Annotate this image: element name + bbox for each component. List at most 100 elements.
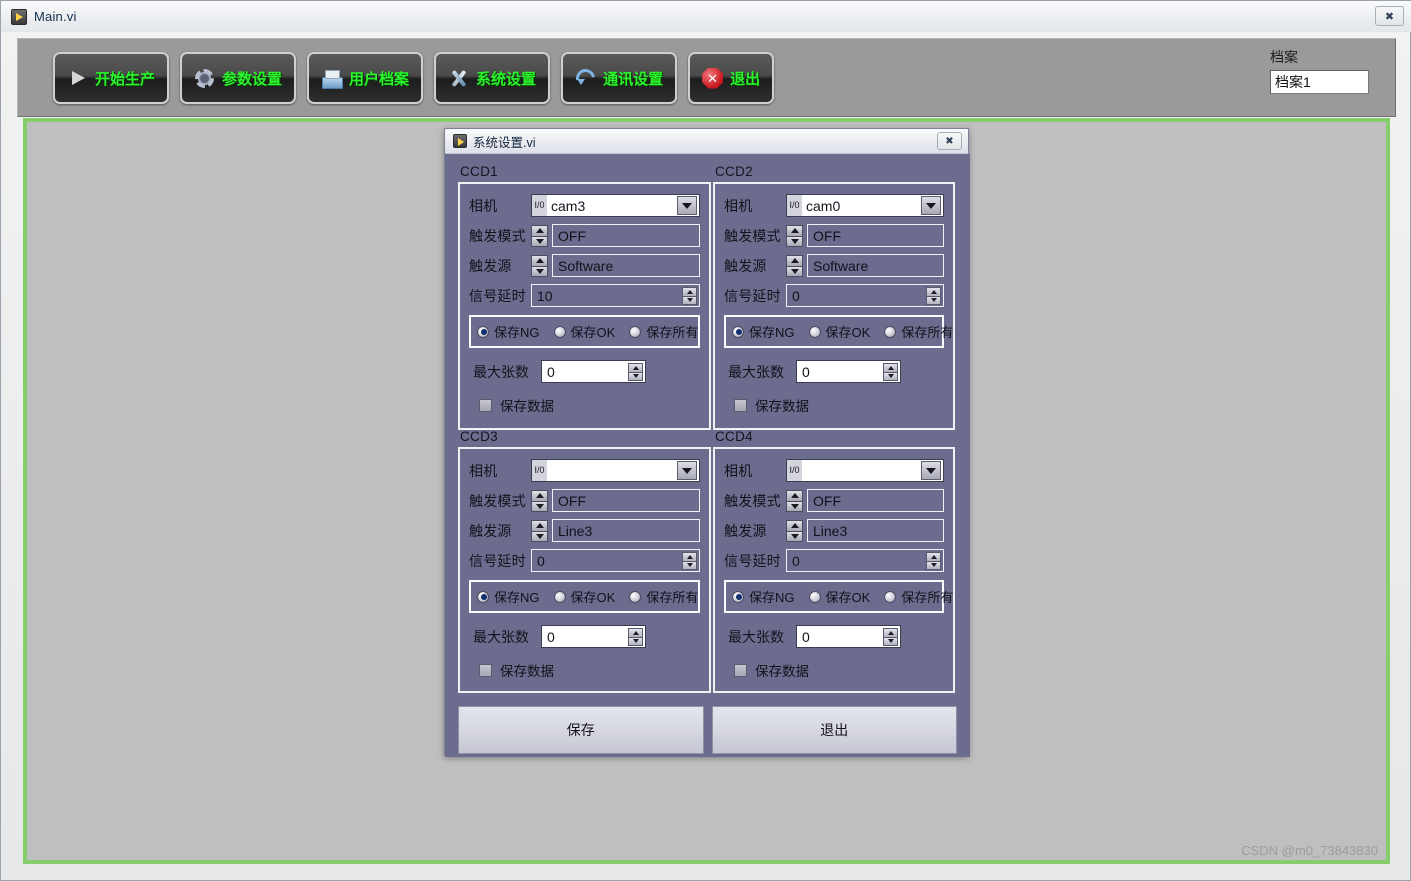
ccd1-trigger-mode-stepper[interactable] [531,224,548,247]
stepper-down-icon[interactable] [926,560,941,570]
chevron-down-icon[interactable] [921,461,941,480]
ccd2-save-data-checkbox[interactable] [734,398,747,412]
ccd2-signal-delay-stepper[interactable] [926,286,941,305]
stepper-down-icon[interactable] [883,636,898,646]
ccd1-radio-save-ng[interactable]: 保存NG [477,322,540,341]
stepper-down-icon[interactable] [786,265,803,277]
stepper-down-icon[interactable] [682,560,697,570]
window-close-button[interactable]: ✖ [1375,6,1404,26]
ccd3-save-data-checkbox[interactable] [479,663,492,677]
ccd4-radio-save-ok[interactable]: 保存OK [808,587,870,606]
radio-dot-icon[interactable] [553,590,566,603]
stepper-down-icon[interactable] [531,530,548,542]
stepper-down-icon[interactable] [531,265,548,277]
stepper-down-icon[interactable] [926,295,941,305]
stepper-up-icon[interactable] [531,519,548,531]
stepper-up-icon[interactable] [926,286,941,296]
ccd1-signal-delay-input[interactable]: 10 [531,284,700,307]
ccd3-save-data-row[interactable]: 保存数据 [479,660,700,680]
ccd1-trigger-source-stepper[interactable] [531,254,548,277]
ccd2-max-count-input[interactable]: 0 [796,360,901,383]
ccd1-trigger-source-value[interactable]: Software [552,254,700,277]
stepper-up-icon[interactable] [682,286,697,296]
dialog-close-button[interactable]: ✖ [937,132,962,150]
ccd1-signal-delay-stepper[interactable] [682,286,697,305]
radio-dot-icon[interactable] [808,590,821,603]
ccd4-save-data-row[interactable]: 保存数据 [734,660,944,680]
stepper-down-icon[interactable] [786,500,803,512]
ccd3-camera-combo[interactable]: I/0 [531,459,700,482]
stepper-down-icon[interactable] [628,636,643,646]
radio-dot-icon[interactable] [477,325,489,338]
ccd4-radio-save-all[interactable]: 保存所有 [884,587,953,606]
stepper-down-icon[interactable] [786,530,803,542]
stepper-up-icon[interactable] [786,224,803,236]
ccd1-radio-save-all[interactable]: 保存所有 [629,322,698,341]
ccd2-save-data-row[interactable]: 保存数据 [734,395,944,415]
stepper-down-icon[interactable] [786,235,803,247]
ccd3-max-count-stepper[interactable] [628,627,643,646]
ccd4-max-count-input[interactable]: 0 [796,625,901,648]
ccd4-signal-delay-stepper[interactable] [926,551,941,570]
ccd4-trigger-mode-stepper[interactable] [786,489,803,512]
system-settings-button[interactable]: 系统设置 [434,52,551,104]
radio-dot-icon[interactable] [629,325,642,338]
ccd2-radio-save-ok[interactable]: 保存OK [808,322,870,341]
ccd2-trigger-source-stepper[interactable] [786,254,803,277]
stepper-down-icon[interactable] [682,295,697,305]
ccd3-signal-delay-input[interactable]: 0 [531,549,700,572]
user-archive-button[interactable]: 用户档案 [307,52,424,104]
ccd2-radio-save-all[interactable]: 保存所有 [884,322,953,341]
ccd2-signal-delay-input[interactable]: 0 [786,284,944,307]
ccd1-max-count-stepper[interactable] [628,362,643,381]
stepper-up-icon[interactable] [628,362,643,372]
stepper-up-icon[interactable] [531,489,548,501]
stepper-down-icon[interactable] [531,500,548,512]
ccd2-camera-combo[interactable]: I/0 cam0 [786,194,944,217]
radio-dot-icon[interactable] [732,325,744,338]
radio-dot-icon[interactable] [884,325,897,338]
ccd3-trigger-source-stepper[interactable] [531,519,548,542]
ccd4-trigger-source-value[interactable]: Line3 [807,519,944,542]
ccd1-save-data-checkbox[interactable] [479,398,492,412]
radio-dot-icon[interactable] [477,590,489,603]
parameter-settings-button[interactable]: 参数设置 [180,52,297,104]
ccd2-trigger-mode-value[interactable]: OFF [807,224,944,247]
stepper-up-icon[interactable] [531,224,548,236]
ccd3-radio-save-ok[interactable]: 保存OK [553,587,615,606]
stepper-up-icon[interactable] [628,627,643,637]
radio-dot-icon[interactable] [808,325,821,338]
stepper-up-icon[interactable] [531,254,548,266]
ccd3-trigger-source-value[interactable]: Line3 [552,519,700,542]
stepper-up-icon[interactable] [786,489,803,501]
ccd2-max-count-stepper[interactable] [883,362,898,381]
dialog-save-button[interactable]: 保存 [458,706,704,754]
radio-dot-icon[interactable] [732,590,744,603]
communication-settings-button[interactable]: 通讯设置 [561,52,678,104]
dialog-exit-button[interactable]: 退出 [711,706,957,754]
stepper-up-icon[interactable] [883,627,898,637]
stepper-down-icon[interactable] [883,371,898,381]
ccd1-max-count-input[interactable]: 0 [541,360,646,383]
ccd4-trigger-mode-value[interactable]: OFF [807,489,944,512]
ccd3-trigger-mode-value[interactable]: OFF [552,489,700,512]
ccd2-trigger-mode-stepper[interactable] [786,224,803,247]
chevron-down-icon[interactable] [677,196,697,215]
stepper-up-icon[interactable] [883,362,898,372]
stepper-up-icon[interactable] [682,551,697,561]
ccd2-trigger-source-value[interactable]: Software [807,254,944,277]
start-production-button[interactable]: 开始生产 [53,52,170,104]
stepper-down-icon[interactable] [628,371,643,381]
ccd4-radio-save-ng[interactable]: 保存NG [732,587,795,606]
ccd1-radio-save-ok[interactable]: 保存OK [553,322,615,341]
chevron-down-icon[interactable] [921,196,941,215]
ccd4-save-data-checkbox[interactable] [734,663,747,677]
radio-dot-icon[interactable] [553,325,566,338]
ccd3-max-count-input[interactable]: 0 [541,625,646,648]
ccd1-save-data-row[interactable]: 保存数据 [479,395,700,415]
exit-button[interactable]: 退出 [688,52,775,104]
archive-input[interactable]: 档案1 [1270,70,1369,94]
radio-dot-icon[interactable] [884,590,897,603]
ccd1-trigger-mode-value[interactable]: OFF [552,224,700,247]
ccd3-radio-save-ng[interactable]: 保存NG [477,587,540,606]
